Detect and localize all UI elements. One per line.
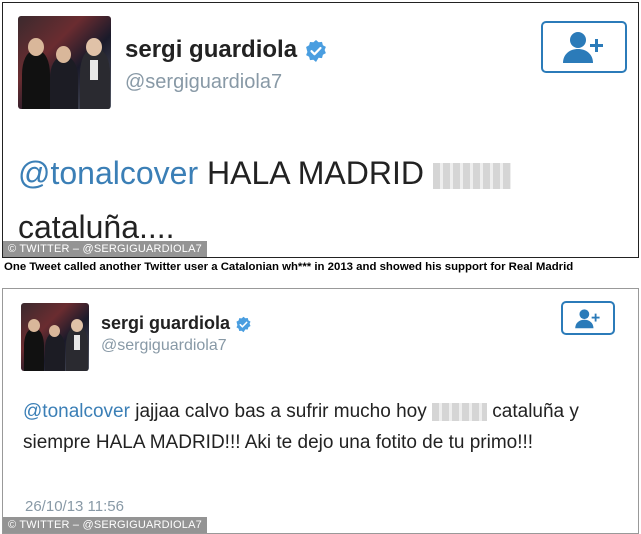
tweet-card-1: sergi guardiola @sergiguardiola7 @tonalc…: [2, 2, 639, 258]
image-credit: © TWITTER – @SERGIGUARDIOLA7: [3, 517, 207, 533]
tweet-text-part: jajjaa calvo bas a sufrir mucho hoy: [129, 401, 432, 422]
tweet-timestamp[interactable]: 26/10/13 11:56: [25, 498, 124, 515]
user-name-text: sergi guardiola: [125, 36, 298, 63]
avatar[interactable]: [21, 303, 89, 371]
avatar-shirt: [74, 335, 80, 350]
blurred-word: [432, 402, 487, 421]
avatar-head: [86, 38, 102, 56]
avatar-head: [56, 46, 71, 63]
mention-link[interactable]: @tonalcover: [18, 155, 198, 191]
avatar-head: [49, 325, 60, 337]
verified-badge-icon: [236, 316, 251, 333]
user-name[interactable]: sergi guardiola: [101, 313, 252, 334]
user-handle[interactable]: @sergiguardiola7: [101, 337, 227, 355]
avatar-shirt: [90, 60, 98, 80]
user-name[interactable]: sergi guardiola: [125, 36, 328, 64]
user-handle[interactable]: @sergiguardiola7: [125, 71, 282, 94]
mention-link[interactable]: @tonalcover: [23, 401, 130, 422]
tweet-text: @tonalcover jajjaa calvo bas a sufrir mu…: [23, 396, 623, 458]
caption: One Tweet called another Twitter user a …: [4, 261, 574, 273]
tweet-card-2: sergi guardiola @sergiguardiola7 @tonalc…: [2, 288, 639, 534]
add-user-icon: [575, 308, 600, 328]
avatar-figure: [22, 51, 50, 109]
avatar-figure: [50, 57, 78, 109]
avatar-figure: [24, 329, 44, 371]
tweet-text: @tonalcover HALA MADRID cataluña....: [18, 146, 618, 254]
avatar[interactable]: [18, 16, 111, 109]
tweet-text-part: HALA MADRID: [198, 155, 433, 191]
avatar-figure: [45, 333, 65, 371]
verified-badge-icon: [305, 39, 326, 62]
avatar-head: [71, 319, 83, 332]
avatar-head: [28, 38, 44, 56]
follow-button[interactable]: [561, 301, 615, 335]
blurred-word: [432, 162, 511, 189]
tweet-text-part: cataluña....: [18, 209, 175, 245]
user-name-text: sergi guardiola: [101, 313, 231, 333]
avatar-head: [28, 319, 40, 332]
follow-button[interactable]: [541, 21, 627, 73]
add-user-icon: [563, 32, 603, 63]
image-credit: © TWITTER – @SERGIGUARDIOLA7: [3, 241, 207, 257]
